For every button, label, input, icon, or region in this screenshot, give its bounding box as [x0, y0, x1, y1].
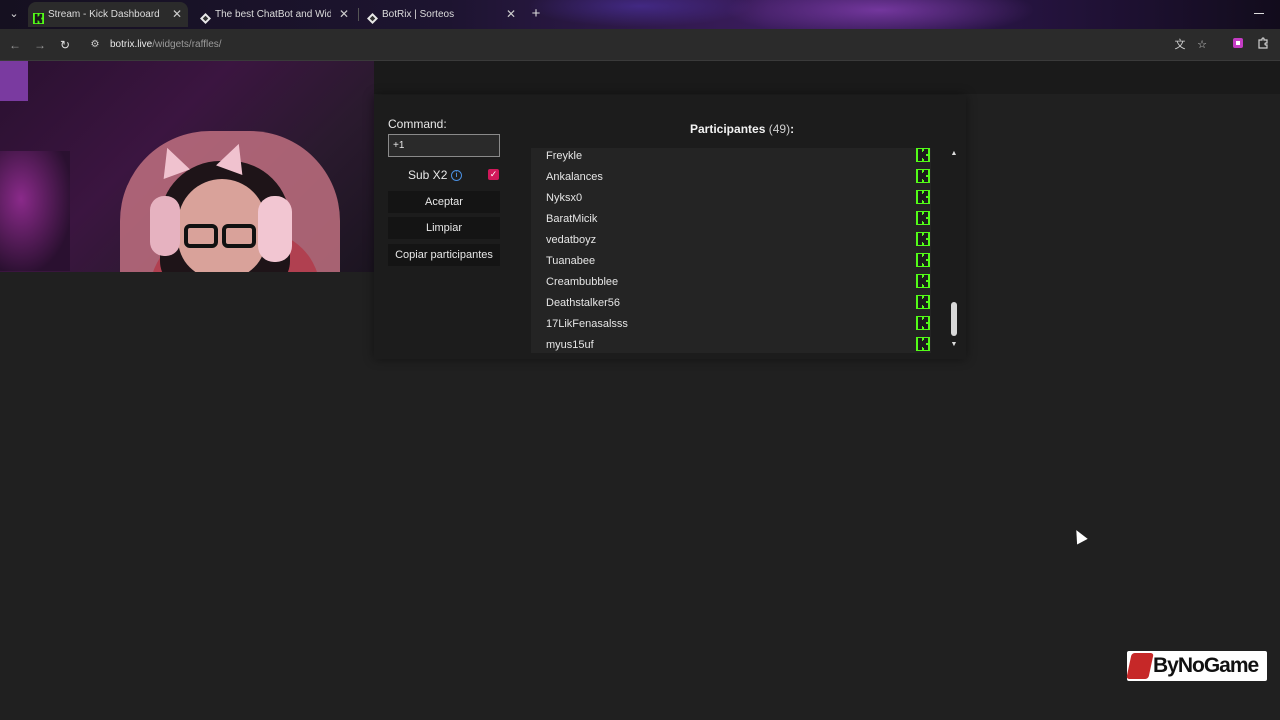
watermark-text: ByNoGame	[1153, 654, 1259, 677]
participant-name: vedatboyz	[546, 234, 597, 246]
site-settings-icon[interactable]: ⚙	[88, 38, 102, 52]
participant-name: Nyksx0	[546, 192, 583, 204]
back-arrow-icon[interactable]: ←	[7, 37, 23, 53]
list-item: Creambubblee	[531, 273, 931, 294]
browser-tabstrip: ⌄ Stream - Kick Dashboard ✕ The best Cha…	[0, 0, 1280, 29]
kick-icon	[916, 295, 930, 309]
kick-icon	[916, 148, 930, 162]
tab-title: The best ChatBot and Widgets	[215, 9, 331, 20]
list-item: Tuanabee	[531, 252, 931, 273]
kick-icon	[33, 9, 44, 24]
webcam-headphone-left	[150, 196, 180, 256]
sub-x2-option: Sub X2 i ✓	[388, 167, 500, 183]
participant-name: Deathstalker56	[546, 297, 620, 309]
list-item: Freykle	[531, 148, 931, 168]
new-tab-plus-icon[interactable]: +	[528, 6, 544, 22]
close-icon[interactable]: ✕	[337, 2, 351, 27]
close-icon[interactable]: ✕	[170, 2, 184, 27]
kick-icon	[916, 274, 930, 288]
bynogame-watermark: ByNoGame	[1126, 651, 1267, 681]
webcam-overlay	[0, 61, 374, 272]
kick-icon	[916, 169, 930, 183]
participant-name: Tuanabee	[546, 255, 596, 267]
participant-name: BaratMicik	[546, 213, 598, 225]
participants-scrollbar[interactable]: ▲ ▼	[949, 150, 959, 353]
list-item: Nyksx0	[531, 189, 931, 210]
reload-icon[interactable]: ↻	[57, 37, 73, 53]
botrix-icon	[200, 9, 211, 24]
list-item: myus15uf	[531, 336, 931, 353]
webcam-glasses-right	[222, 224, 256, 248]
tab-search-chevron-icon[interactable]: ⌄	[6, 6, 22, 22]
url-host: botrix.live	[110, 39, 153, 50]
tab-botrix-sorteos[interactable]: BotRix | Sorteos ✕	[362, 2, 522, 27]
kick-icon	[916, 190, 930, 204]
list-item: 17LikFenasalsss	[531, 315, 931, 336]
tab-botrix-chatbot[interactable]: The best ChatBot and Widgets ✕	[195, 2, 355, 27]
bynogame-logo-icon	[1126, 653, 1154, 679]
accept-button[interactable]: Aceptar	[388, 191, 500, 213]
list-item: BaratMicik	[531, 210, 931, 231]
participant-name: Ankalances	[546, 171, 603, 183]
participant-name: 17LikFenasalsss	[546, 318, 628, 330]
list-item: Deathstalker56	[531, 294, 931, 315]
participants-count: (49)	[768, 122, 791, 136]
scrollbar-thumb[interactable]	[951, 302, 957, 336]
bookmark-star-icon[interactable]: ☆	[1194, 37, 1210, 53]
command-label: Command:	[388, 117, 447, 131]
translate-icon[interactable]: 文	[1172, 37, 1188, 53]
minimize-window-icon[interactable]	[1254, 13, 1264, 14]
participants-title: Participantes (49):	[690, 122, 794, 136]
info-icon[interactable]: i	[451, 170, 462, 181]
tab-title: Stream - Kick Dashboard	[48, 9, 160, 20]
kick-icon	[916, 337, 930, 351]
copy-participants-button[interactable]: Copiar participantes	[388, 244, 500, 266]
tab-divider	[358, 8, 359, 21]
command-input[interactable]	[388, 134, 500, 157]
participants-list[interactable]: Freykle Ankalances Nyksx0 BaratMicik ved…	[531, 148, 931, 353]
kick-icon	[916, 211, 930, 225]
botrix-icon	[367, 9, 378, 24]
clear-button[interactable]: Limpiar	[388, 217, 500, 239]
browser-toolbar: ← → ↻ ⚙ botrix.live/widgets/raffles/ 文 ☆	[0, 29, 1280, 61]
list-item: Ankalances	[531, 168, 931, 189]
kick-icon	[916, 253, 930, 267]
webcam-glasses-left	[184, 224, 218, 248]
scroll-up-arrow-icon[interactable]: ▲	[949, 150, 959, 158]
kick-icon	[916, 316, 930, 330]
participants-colon: :	[790, 122, 795, 136]
list-item: vedatboyz	[531, 231, 931, 252]
participant-name: Freykle	[546, 150, 583, 162]
participants-title-text: Participantes	[690, 122, 766, 136]
close-icon[interactable]: ✕	[504, 2, 518, 27]
participant-name: Creambubblee	[546, 276, 619, 288]
tab-kick-dashboard[interactable]: Stream - Kick Dashboard ✕	[28, 2, 188, 27]
kick-icon	[916, 232, 930, 246]
scroll-down-arrow-icon[interactable]: ▼	[949, 341, 959, 349]
extensions-puzzle-icon[interactable]	[1255, 37, 1271, 53]
url-path: /widgets/raffles/	[152, 39, 222, 50]
webcam-headphone-right	[258, 196, 292, 262]
webcam-bg-shelf	[0, 61, 28, 101]
webcam-bg-light	[0, 151, 70, 271]
sub-x2-label: Sub X2	[408, 168, 448, 182]
sub-x2-checkbox[interactable]: ✓	[488, 169, 499, 180]
forward-arrow-icon[interactable]: →	[32, 37, 48, 53]
participant-name: myus15uf	[546, 339, 594, 351]
raffle-widget: Command: Sub X2 i ✓ Aceptar Limpiar Copi…	[374, 95, 966, 359]
address-bar[interactable]: botrix.live/widgets/raffles/	[110, 38, 222, 52]
extension-icon[interactable]	[1230, 37, 1246, 53]
tab-title: BotRix | Sorteos	[382, 9, 455, 20]
